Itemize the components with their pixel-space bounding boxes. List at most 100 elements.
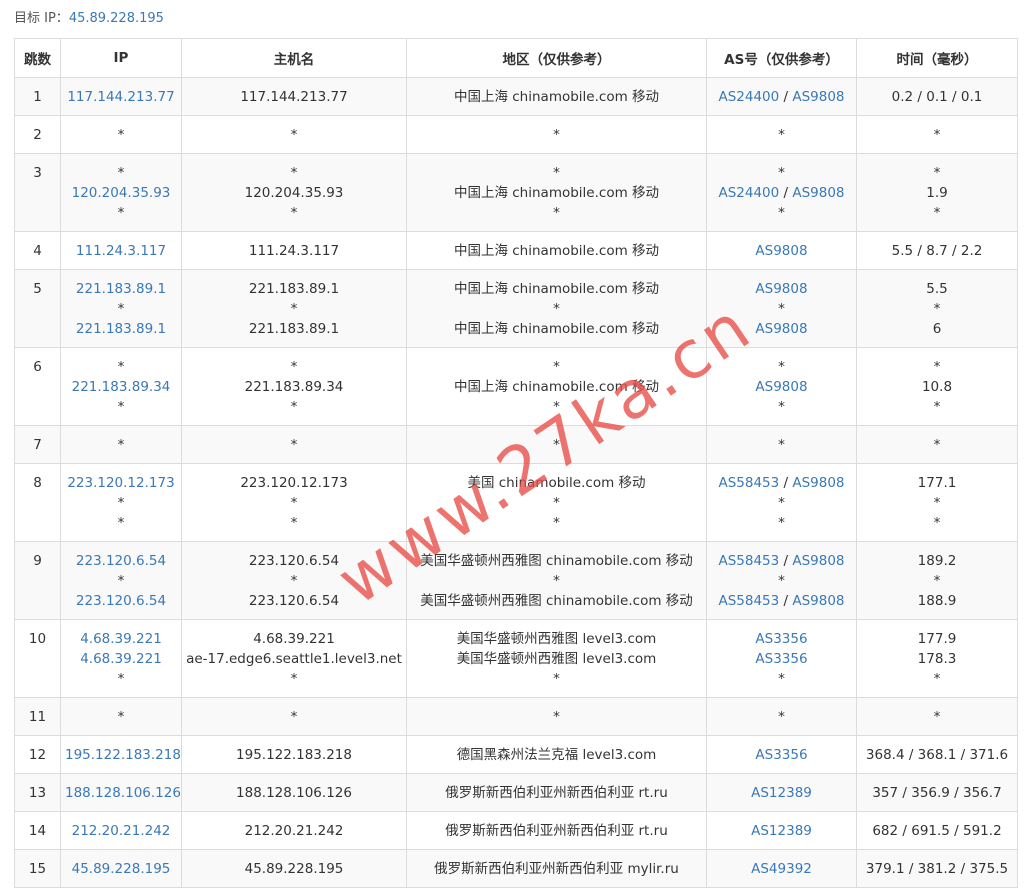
ip-cell: 45.89.228.195	[60, 849, 182, 888]
host-cell: * 120.204.35.93 *	[181, 153, 407, 232]
as-line: AS24400 / AS9808	[711, 87, 852, 107]
hop-cell: 14	[14, 811, 61, 850]
as-link[interactable]: AS9808	[755, 243, 807, 259]
ip-link[interactable]: 4.68.39.221	[65, 629, 177, 649]
hostname-text: 223.120.6.54	[248, 593, 340, 609]
time-text: *	[933, 165, 941, 181]
as-link[interactable]: AS12389	[751, 823, 812, 839]
as-link[interactable]: AS24400	[718, 185, 779, 201]
as-line: *	[711, 513, 852, 533]
as-link[interactable]: AS9808	[755, 379, 807, 395]
table-row: 5 221.183.89.1 * 221.183.89.1 221.183.89.1 * 2…	[14, 269, 1018, 348]
host-cell: 117.144.213.77	[181, 77, 407, 116]
as-link[interactable]: AS3356	[755, 651, 807, 667]
table-row: 2 * * * * *	[14, 115, 1018, 154]
ip-link[interactable]: 221.183.89.1	[65, 319, 177, 339]
as-cell: AS58453 / AS9808 * AS58453 / AS9808	[706, 541, 857, 620]
time-text: 682 / 691.5 / 591.2	[872, 823, 1002, 839]
as-cell: AS3356	[706, 735, 857, 774]
target-ip-value[interactable]: 45.89.228.195	[69, 11, 164, 26]
ip-link[interactable]: 4.68.39.221	[65, 649, 177, 669]
region-text: 中国上海 chinamobile.com 移动	[453, 185, 660, 201]
hop-number: 15	[28, 861, 47, 877]
table-row: 15 45.89.228.195 45.89.228.195 俄罗斯新西伯利亚州新西伯…	[14, 849, 1018, 888]
as-link[interactable]: AS58453	[718, 593, 779, 609]
as-link[interactable]: AS9808	[792, 185, 844, 201]
hop-cell: 5	[14, 269, 61, 348]
table-row: 3 * 120.204.35.93 * * 120.204.35.93 * * 中国上海 chi…	[14, 153, 1018, 232]
host-cell: 223.120.6.54 * 223.120.6.54	[181, 541, 407, 620]
as-link: *	[778, 573, 785, 589]
table-row: 7 * * * * *	[14, 425, 1018, 464]
hostname-text: *	[290, 359, 298, 375]
table-row: 6 * 221.183.89.34 * * 221.183.89.34 * * 中国上海 chi…	[14, 347, 1018, 426]
ip-link[interactable]: 195.122.183.218	[65, 745, 181, 765]
hostname-text: 223.120.12.173	[240, 475, 348, 491]
ip-link[interactable]: 111.24.3.117	[65, 241, 177, 261]
as-link[interactable]: AS24400	[718, 89, 779, 105]
host-cell: 195.122.183.218	[181, 735, 407, 774]
time-text: 188.9	[917, 593, 957, 609]
region-text: 中国上海 chinamobile.com 移动	[453, 89, 660, 105]
ip-link[interactable]: 223.120.12.173	[65, 473, 177, 493]
as-link[interactable]: AS9808	[792, 593, 844, 609]
hostname-text: ae-17.edge6.seattle1.level3.net	[186, 651, 402, 667]
ip-link: *	[117, 709, 125, 725]
ip-link[interactable]: 223.120.6.54	[65, 591, 177, 611]
as-link[interactable]: AS9808	[755, 321, 807, 337]
as-line: AS9808	[711, 377, 852, 397]
as-link[interactable]: AS9808	[792, 89, 844, 105]
as-separator: /	[779, 593, 793, 609]
as-line: AS3356	[711, 629, 852, 649]
ip-link[interactable]: 212.20.21.242	[65, 821, 177, 841]
ip-link[interactable]: 221.183.89.1	[65, 279, 177, 299]
ip-link[interactable]: 45.89.228.195	[65, 859, 177, 879]
region-text: 中国上海 chinamobile.com 移动	[453, 281, 660, 297]
ip-link[interactable]: 188.128.106.126	[65, 783, 181, 803]
hop-number: 8	[33, 475, 42, 491]
ip-link[interactable]: 120.204.35.93	[65, 183, 177, 203]
time-cell: *	[856, 425, 1018, 464]
as-link[interactable]: AS3356	[755, 631, 807, 647]
hop-number: 12	[28, 747, 47, 763]
ip-link[interactable]: 117.144.213.77	[65, 87, 177, 107]
as-link[interactable]: AS3356	[755, 747, 807, 763]
time-text: 368.4 / 368.1 / 371.6	[865, 747, 1009, 763]
as-line: *	[711, 435, 852, 455]
time-cell: 5.5 / 8.7 / 2.2	[856, 231, 1018, 270]
as-link[interactable]: AS49392	[751, 861, 812, 877]
as-link[interactable]: AS58453	[718, 553, 779, 569]
hop-number: 1	[33, 89, 42, 105]
ip-cell: 4.68.39.221 4.68.39.221 *	[60, 619, 182, 698]
table-row: 13 188.128.106.126 188.128.106.126 俄罗斯新西伯利亚…	[14, 773, 1018, 812]
hop-number: 2	[33, 127, 42, 143]
as-link[interactable]: AS58453	[718, 475, 779, 491]
region-text: 美国华盛顿州西雅图 chinamobile.com 移动	[420, 553, 693, 569]
as-line: AS49392	[711, 859, 852, 879]
ip-link[interactable]: 223.120.6.54	[65, 551, 177, 571]
hostname-text: 4.68.39.221	[253, 631, 335, 647]
ip-link[interactable]: 221.183.89.34	[65, 377, 177, 397]
region-text: *	[553, 671, 560, 687]
target-ip-line: 目标 IP：45.89.228.195	[14, 9, 164, 29]
as-link[interactable]: AS9808	[792, 553, 844, 569]
time-text: 379.1 / 381.2 / 375.5	[865, 861, 1009, 877]
time-text: *	[933, 495, 941, 511]
as-link[interactable]: AS9808	[792, 475, 844, 491]
ip-link: *	[117, 359, 125, 375]
hop-number: 14	[28, 823, 47, 839]
ip-cell: *	[60, 425, 182, 464]
as-link: *	[778, 515, 785, 531]
table-row: 12 195.122.183.218 195.122.183.218 德国黑森州法兰克…	[14, 735, 1018, 774]
as-link[interactable]: AS9808	[755, 281, 807, 297]
host-cell: *	[181, 425, 407, 464]
region-cell: 德国黑森州法兰克福 level3.com	[406, 735, 707, 774]
ip-link: *	[117, 301, 125, 317]
ip-link: *	[117, 573, 125, 589]
region-text: 俄罗斯新西伯利亚州新西伯利亚 rt.ru	[445, 785, 668, 801]
as-link[interactable]: AS12389	[751, 785, 812, 801]
traceroute-table: 跳数 IP 主机名 地区（仅供参考） AS号（仅供参考） 时间（毫秒） 1 117…	[14, 38, 1018, 888]
region-cell: 中国上海 chinamobile.com 移动 * 中国上海 chinamobile…	[406, 269, 707, 348]
ip-link: *	[117, 127, 125, 143]
host-cell: * 221.183.89.34 *	[181, 347, 407, 426]
